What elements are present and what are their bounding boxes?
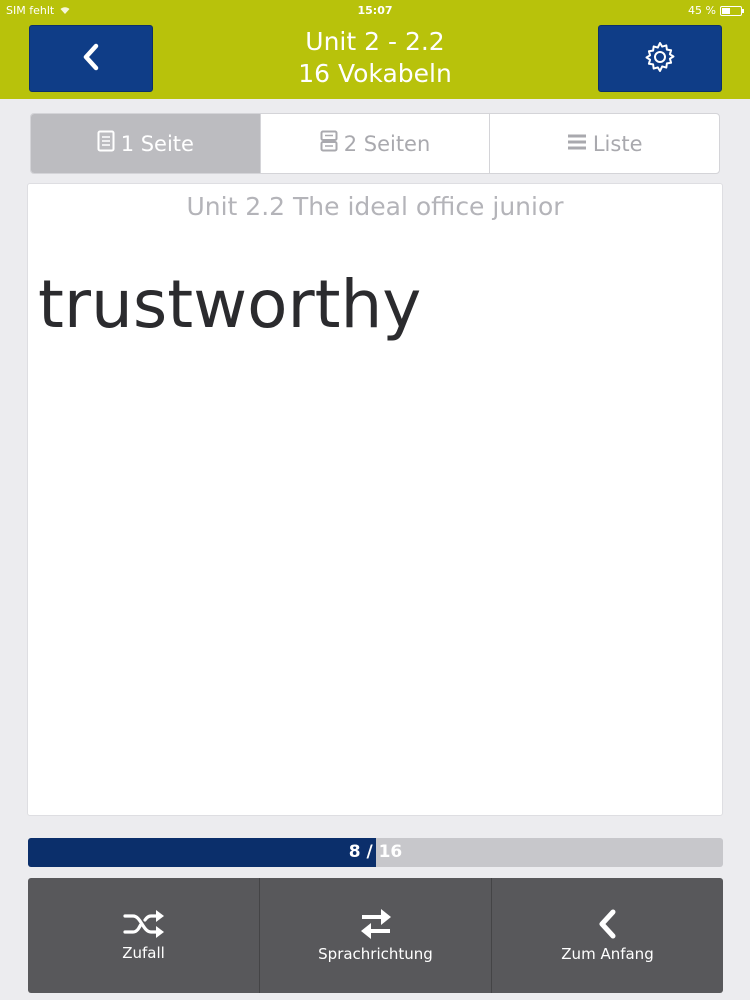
tab-one-page[interactable]: 1 Seite [31, 114, 261, 173]
vocab-count: 16 Vokabeln [298, 59, 452, 88]
view-mode-selector: 1 Seite 2 Seiten Liste [30, 113, 720, 174]
to-start-button[interactable]: Zum Anfang [492, 878, 723, 993]
status-bar: SIM fehlt 15:07 45 % [0, 0, 750, 20]
clock: 15:07 [357, 4, 393, 17]
tab-two-pages[interactable]: 2 Seiten [261, 114, 491, 173]
vocab-word: trustworthy [38, 266, 422, 343]
page-icon [97, 130, 115, 157]
gear-icon [643, 40, 677, 78]
list-icon [567, 132, 587, 156]
battery-percent: 45 % [688, 4, 716, 17]
page-title: Unit 2 - 2.2 16 Vokabeln [160, 26, 590, 90]
chevron-left-icon [81, 42, 101, 76]
progress-bar: 8 / 16 [28, 838, 723, 867]
flashcard[interactable]: Unit 2.2 The ideal office junior trustwo… [27, 183, 723, 816]
two-pages-icon [320, 130, 338, 157]
bottom-toolbar: Zufall Sprachrichtung Zum Anfang [28, 878, 723, 993]
deck-title: Unit 2 - 2.2 [305, 27, 445, 56]
app-header: SIM fehlt 15:07 45 % Unit 2 - 2.2 16 Vok… [0, 0, 750, 99]
swap-arrows-icon [360, 908, 392, 939]
battery-icon [720, 5, 744, 16]
language-direction-button[interactable]: Sprachrichtung [260, 878, 492, 993]
tab-label: 2 Seiten [343, 131, 431, 156]
settings-button[interactable] [598, 25, 722, 92]
back-button[interactable] [29, 25, 153, 92]
tab-label: Liste [592, 131, 643, 156]
shuffle-icon [122, 909, 165, 938]
chevron-left-icon [597, 909, 619, 939]
shuffle-button[interactable]: Zufall [28, 878, 260, 993]
language-direction-label: Sprachrichtung [318, 944, 433, 963]
progress-label: 8 / 16 [348, 842, 403, 862]
tab-label: 1 Seite [120, 131, 194, 156]
tab-list[interactable]: Liste [490, 114, 719, 173]
card-unit-title: Unit 2.2 The ideal office junior [186, 192, 564, 221]
to-start-label: Zum Anfang [561, 944, 654, 963]
shuffle-label: Zufall [122, 943, 165, 962]
